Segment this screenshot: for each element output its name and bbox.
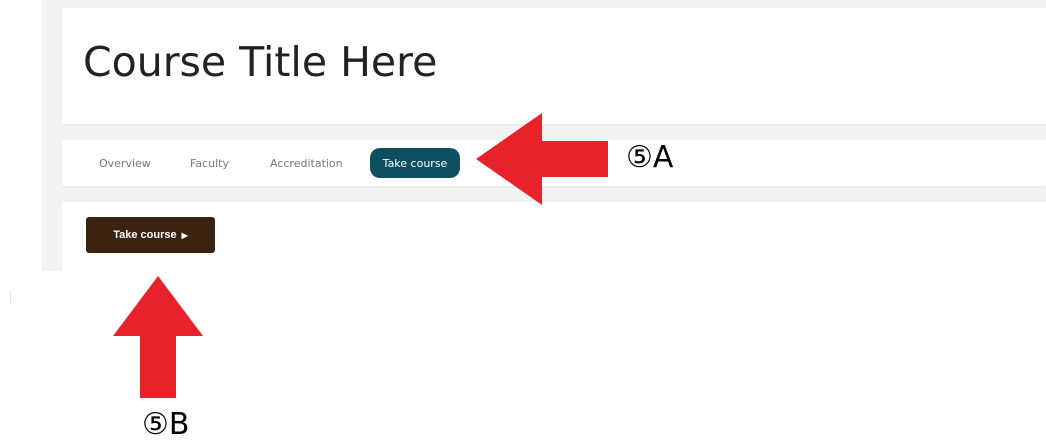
divider xyxy=(10,290,11,304)
caret-right-icon: ▶ xyxy=(181,230,188,240)
annotation-arrow-a-icon xyxy=(476,113,608,205)
take-course-button[interactable]: Take course ▶ xyxy=(86,217,215,253)
annotation-arrow-b-icon xyxy=(113,276,203,398)
course-content: Take course ▶ xyxy=(62,202,1046,271)
take-course-button-label: Take course xyxy=(113,229,177,241)
tab-accreditation[interactable]: Accreditation xyxy=(270,157,343,170)
annotation-label-a: ⑤A xyxy=(626,140,674,175)
page-title: Course Title Here xyxy=(83,38,438,86)
tab-take-course[interactable]: Take course xyxy=(370,148,460,178)
course-header: Course Title Here xyxy=(62,8,1046,124)
tab-faculty[interactable]: Faculty xyxy=(190,157,229,170)
annotation-label-b: ⑤B xyxy=(142,407,190,442)
tab-overview[interactable]: Overview xyxy=(99,157,151,170)
